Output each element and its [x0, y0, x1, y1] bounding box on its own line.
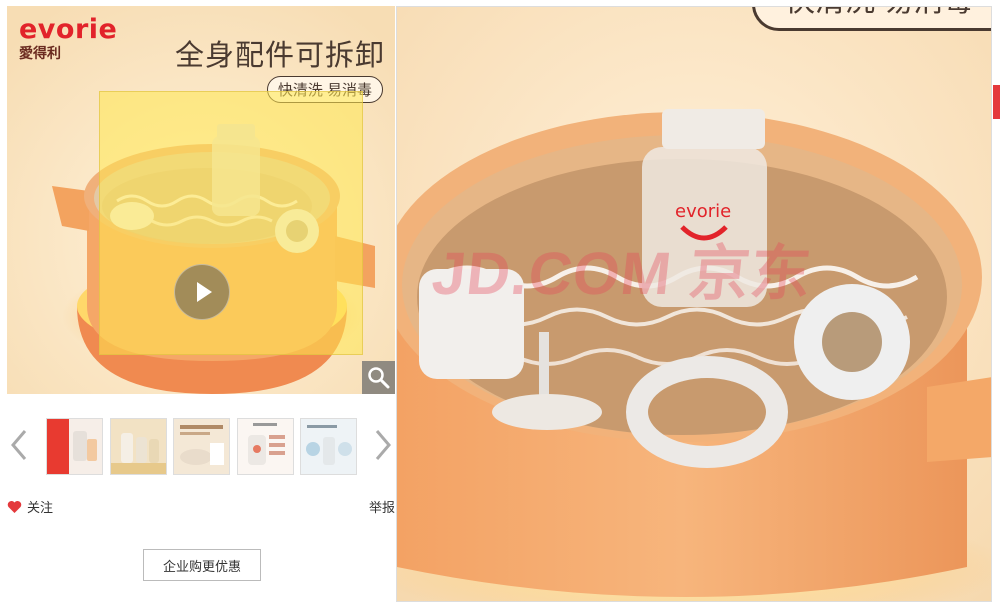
thumbnail-image — [111, 419, 166, 474]
enterprise-purchase-button[interactable]: 企业购更优惠 — [143, 549, 261, 581]
report-link[interactable]: 举报 — [369, 497, 395, 516]
thumbnail-next-button[interactable] — [371, 427, 395, 463]
zoom-lens[interactable] — [99, 91, 363, 355]
jd-watermark: JD.COM 京东 — [428, 240, 816, 307]
thumbnail-prev-button[interactable] — [7, 427, 31, 463]
thumbnail-item[interactable] — [173, 418, 230, 475]
magnifier-icon — [368, 367, 390, 389]
image-headline: 全身配件可拆卸 — [174, 40, 385, 72]
play-icon — [197, 282, 212, 302]
main-product-image[interactable]: evorie 愛得利 全身配件可拆卸 快清洗 易消毒 — [7, 6, 395, 394]
zoom-preview-panel: evorie 快清洗 易消毒 JD.COM 京东 — [396, 6, 992, 602]
follow-button[interactable]: 关注 — [7, 497, 53, 516]
chevron-left-icon — [11, 430, 27, 460]
thumbnail-item[interactable] — [237, 418, 294, 475]
heart-icon — [7, 500, 22, 513]
thumbnail-item[interactable] — [110, 418, 167, 475]
video-play-button[interactable] — [174, 264, 230, 320]
preview-subline: 快清洗 易消毒 — [752, 7, 991, 31]
bottle-brand-text: evorie — [675, 201, 731, 222]
edge-accent — [993, 85, 1000, 119]
follow-label: 关注 — [27, 500, 54, 515]
thumbnail-image — [301, 419, 356, 474]
thumbnail-item[interactable] — [300, 418, 357, 475]
brand-name-cn: 愛得利 — [19, 45, 61, 61]
magnifier-button[interactable] — [362, 361, 395, 394]
thumbnail-image — [47, 419, 102, 474]
thumbnail-strip — [7, 413, 395, 479]
thumbnail-item[interactable] — [46, 418, 103, 475]
brand-name-en: evorie — [19, 14, 118, 45]
thumbnail-image — [238, 419, 293, 474]
chevron-right-icon — [375, 430, 391, 460]
thumbnail-image — [174, 419, 229, 474]
brand-logo: evorie 愛得利 — [19, 16, 117, 60]
